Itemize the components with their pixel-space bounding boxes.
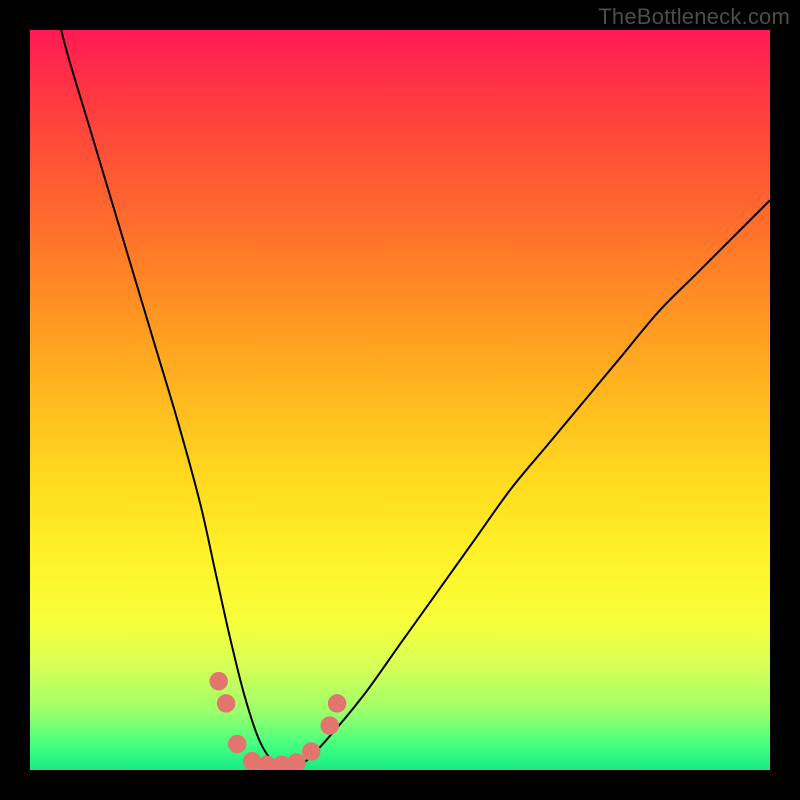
- threshold-dot: [328, 694, 347, 713]
- threshold-dot: [217, 694, 236, 713]
- threshold-dot: [302, 742, 321, 761]
- threshold-dot: [228, 735, 247, 754]
- bottleneck-curve: [52, 30, 770, 766]
- threshold-dots: [209, 672, 346, 770]
- chart-stage: TheBottleneck.com: [0, 0, 800, 800]
- curve-layer: [30, 30, 770, 770]
- threshold-dot: [320, 716, 339, 735]
- threshold-dot: [287, 753, 306, 770]
- threshold-dot: [209, 672, 228, 691]
- watermark-text: TheBottleneck.com: [598, 4, 790, 30]
- plot-area: [30, 30, 770, 770]
